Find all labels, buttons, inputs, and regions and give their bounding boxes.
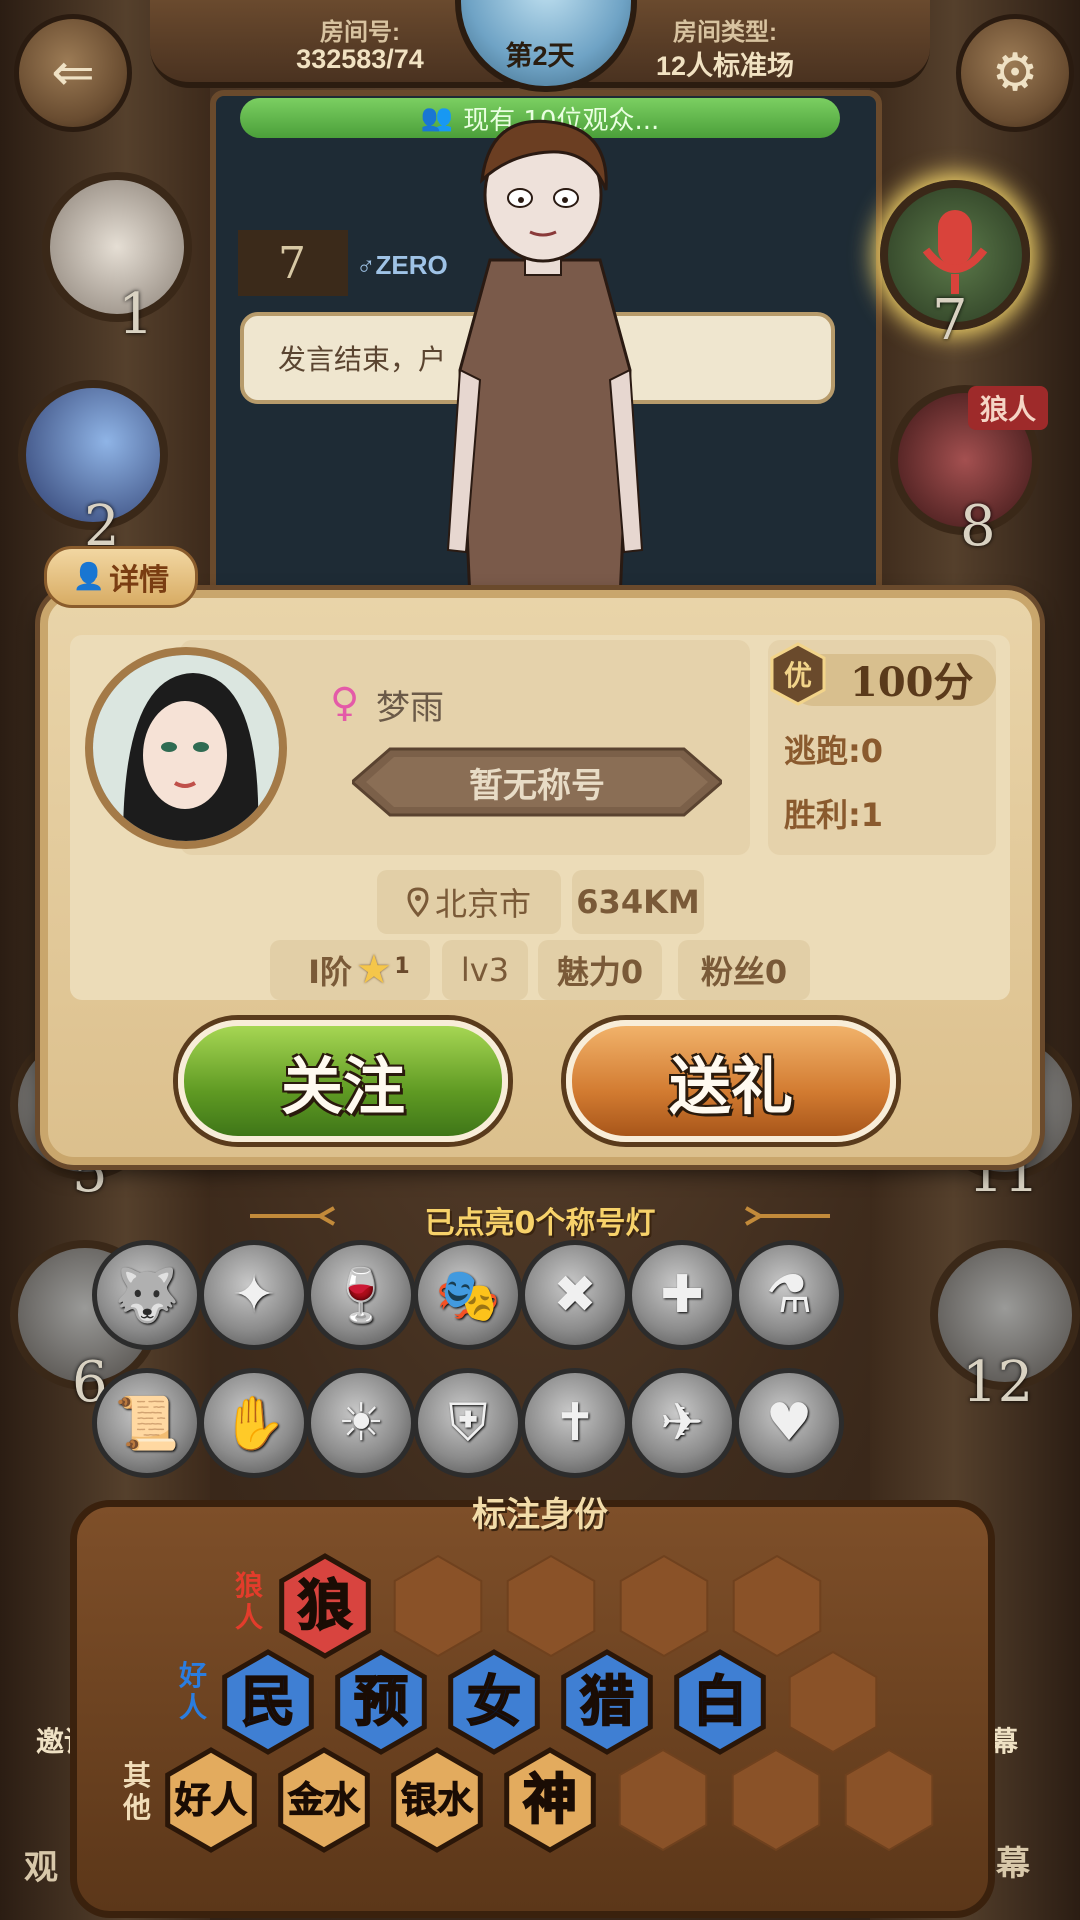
settings-button[interactable]: ⚙ bbox=[956, 14, 1074, 132]
jester-mask-icon[interactable]: 🎭 bbox=[413, 1240, 523, 1350]
identity-empty-hex-shape bbox=[732, 1554, 822, 1658]
seat-7-number: 7 bbox=[932, 288, 968, 353]
identity-empty-hex[interactable] bbox=[732, 1554, 822, 1658]
tombstone-icon[interactable]: ✝ bbox=[520, 1368, 630, 1478]
identity-other-hex-1-label: 好人 bbox=[174, 1780, 247, 1821]
rank-star-number: 1 bbox=[394, 954, 410, 979]
location-pin-icon bbox=[407, 887, 429, 917]
excellent-rank-text: 优 bbox=[783, 659, 812, 692]
claw-icon[interactable]: ✖ bbox=[520, 1240, 630, 1350]
identity-hex-grid: 狼民预女猎白好人 金水 银水 神 bbox=[165, 1553, 934, 1853]
seat-8-number: 8 bbox=[960, 494, 996, 559]
day-indicator: 第2天 bbox=[505, 41, 575, 71]
back-button[interactable]: ⇐ bbox=[14, 14, 132, 132]
star-icon: ★ bbox=[356, 947, 392, 993]
scroll-icon[interactable]: 📜 bbox=[92, 1368, 202, 1478]
identity-empty-hex[interactable] bbox=[618, 1748, 708, 1852]
identity-good-hex-5[interactable]: 白 bbox=[674, 1649, 766, 1755]
seat-1-avatar[interactable] bbox=[42, 172, 192, 322]
identity-empty-hex-shape bbox=[618, 1748, 708, 1852]
avatar-portrait bbox=[93, 655, 279, 841]
lovers-icon[interactable]: ♥ bbox=[734, 1368, 844, 1478]
identity-wolf-hex[interactable]: 狼 bbox=[279, 1553, 371, 1659]
sun-shield-icon[interactable]: ☀ bbox=[306, 1368, 416, 1478]
identity-other-hex-2-label: 金水 bbox=[287, 1779, 361, 1821]
distance-chip: 634KM bbox=[572, 870, 704, 934]
room-type-label: 房间类型: bbox=[673, 19, 777, 46]
identity-other-hex-4[interactable]: 神 bbox=[504, 1747, 596, 1853]
identity-empty-hex[interactable] bbox=[506, 1554, 596, 1658]
score: 100分 bbox=[850, 659, 974, 706]
detail-tab[interactable]: 👤 详情 bbox=[44, 546, 198, 608]
holy-shield-icon[interactable]: ⛨ bbox=[413, 1368, 523, 1478]
username: 梦雨 bbox=[376, 688, 444, 728]
back-arrow-icon: ⇐ bbox=[51, 43, 95, 103]
person-icon: 👤 bbox=[72, 562, 106, 592]
user-avatar bbox=[85, 647, 287, 849]
detail-tab-label: 详情 bbox=[109, 563, 170, 598]
gear-icon: ⚙ bbox=[991, 43, 1039, 103]
gift-button[interactable]: 送礼 bbox=[566, 1020, 896, 1142]
identity-good-hex-4-label: 猎 bbox=[580, 1670, 634, 1733]
identity-empty-hex[interactable] bbox=[788, 1650, 878, 1754]
location-chip: 北京市 bbox=[377, 870, 561, 934]
identity-good-hex-1-label: 民 bbox=[241, 1670, 295, 1733]
ornament-right bbox=[745, 1206, 830, 1226]
room-type: 12人标准场 bbox=[655, 51, 795, 81]
identity-good-hex-5-label: 白 bbox=[693, 1670, 747, 1733]
female-gender-icon: ♀ bbox=[330, 680, 360, 726]
identity-good-hex-3-label: 女 bbox=[467, 1670, 521, 1733]
identity-empty-hex-shape bbox=[731, 1748, 821, 1852]
identity-empty-hex-shape bbox=[844, 1748, 934, 1852]
seat-12-number: 12 bbox=[962, 1350, 1034, 1415]
crossbow-icon[interactable]: ✚ bbox=[627, 1240, 737, 1350]
win-count: 胜利:1 bbox=[784, 796, 884, 834]
chat-speaker-number: 7 bbox=[238, 230, 348, 296]
identity-empty-hex[interactable] bbox=[393, 1554, 483, 1658]
identity-empty-hex-shape bbox=[788, 1650, 878, 1754]
rank-text: I阶 bbox=[308, 953, 353, 991]
identity-other-hex-3-label: 银水 bbox=[401, 1780, 474, 1821]
potion-bottles-icon[interactable]: ⚗ bbox=[734, 1240, 844, 1350]
gauntlet-icon[interactable]: ✋ bbox=[199, 1368, 309, 1478]
identity-empty-hex-shape bbox=[619, 1554, 709, 1658]
character-illustration bbox=[446, 119, 644, 600]
identity-empty-hex[interactable] bbox=[731, 1748, 821, 1852]
wolf-role-tag: 狼人 bbox=[968, 386, 1049, 430]
location-text: 北京市 bbox=[434, 885, 531, 923]
identity-other-hex-2[interactable]: 金水 bbox=[278, 1747, 370, 1853]
crow-icon[interactable]: ✈ bbox=[627, 1368, 737, 1478]
identity-good-hex-1[interactable]: 民 bbox=[222, 1649, 314, 1755]
identity-wolf-hex-label: 狼 bbox=[298, 1574, 352, 1637]
follow-button[interactable]: 关注 bbox=[178, 1020, 508, 1142]
ornament-left bbox=[250, 1206, 335, 1226]
identity-empty-hex[interactable] bbox=[619, 1554, 709, 1658]
seat-1-number: 1 bbox=[118, 282, 154, 347]
charm-chip: 魅力0 bbox=[538, 940, 662, 1000]
identity-other-hex-3[interactable]: 银水 bbox=[391, 1747, 483, 1853]
fans-chip: 粉丝0 bbox=[678, 940, 810, 1000]
wolf-head-icon[interactable]: 🐺 bbox=[92, 1240, 202, 1350]
identity-good-hex-4[interactable]: 猎 bbox=[561, 1649, 653, 1755]
identity-panel-header: 标注身份 bbox=[472, 1495, 608, 1535]
room-number-label: 房间号: bbox=[320, 19, 400, 46]
title-lights-label: 已点亮0个称号灯 bbox=[424, 1206, 656, 1241]
identity-good-hex-2-label: 预 bbox=[354, 1670, 408, 1733]
identity-other-hex-1[interactable]: 好人 bbox=[165, 1747, 257, 1853]
poison-cup-icon[interactable]: 🍷 bbox=[306, 1240, 416, 1350]
level-chip: lv3 bbox=[442, 940, 528, 1000]
werewolf-icon[interactable]: ✦ bbox=[199, 1240, 309, 1350]
room-number: 332583/74 bbox=[296, 44, 424, 74]
user-title: 暂无称号 bbox=[469, 765, 605, 806]
identity-empty-hex[interactable] bbox=[844, 1748, 934, 1852]
identity-empty-hex-shape bbox=[393, 1554, 483, 1658]
identity-good-hex-2[interactable]: 预 bbox=[335, 1649, 427, 1755]
escape-count: 逃跑:0 bbox=[784, 732, 884, 770]
identity-empty-hex-shape bbox=[506, 1554, 596, 1658]
identity-other-hex-4-label: 神 bbox=[523, 1768, 577, 1831]
identity-good-hex-3[interactable]: 女 bbox=[448, 1649, 540, 1755]
